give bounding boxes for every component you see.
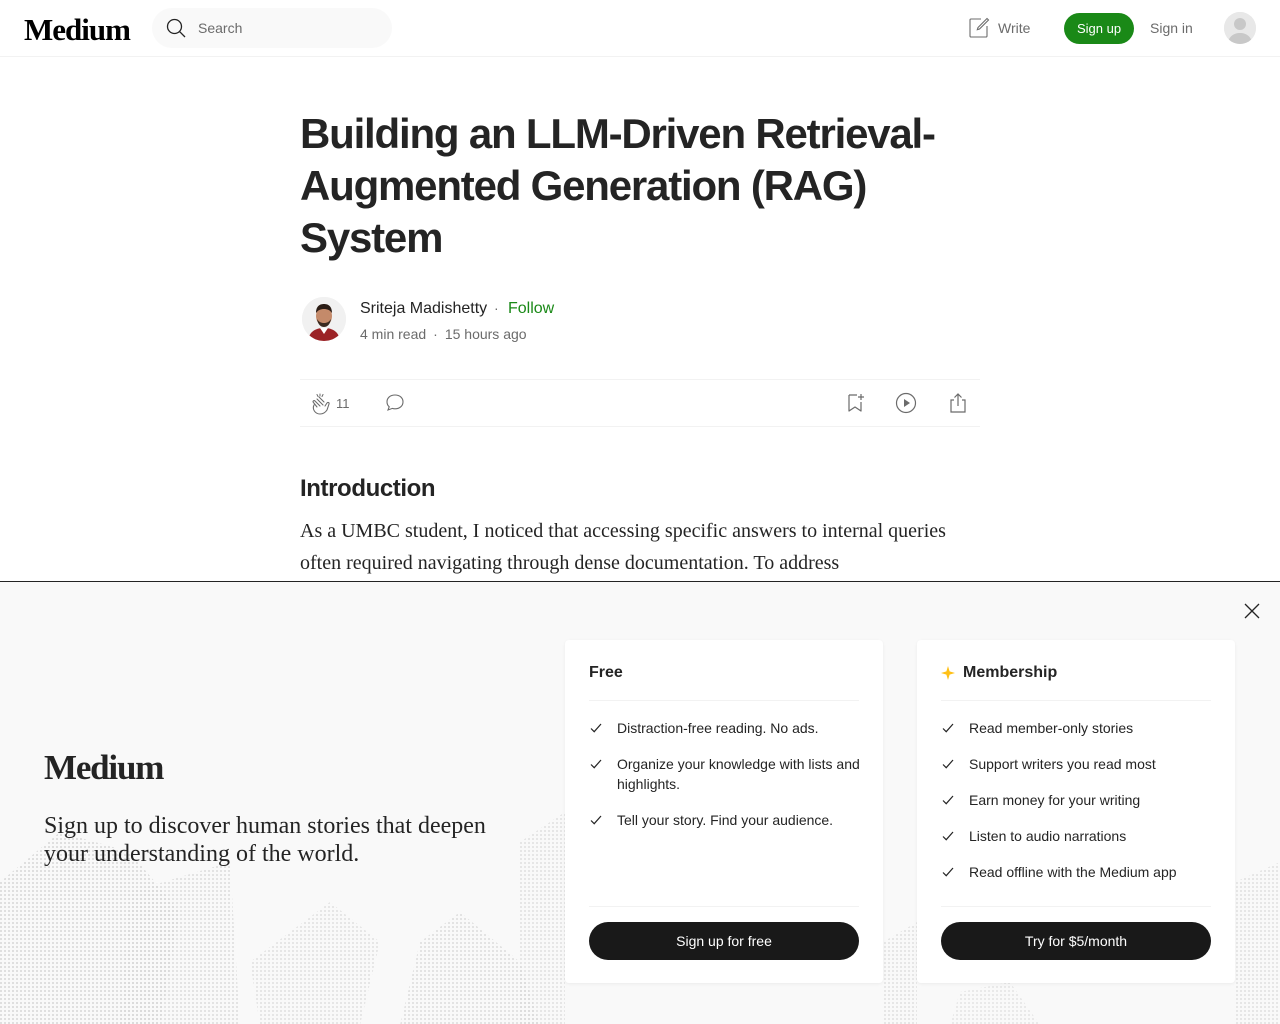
top-navbar: Medium Write Sign up Sign in (0, 0, 1280, 57)
card-divider (589, 906, 859, 907)
follow-button[interactable]: Follow (508, 300, 554, 318)
feature-text: Organize your knowledge with lists and h… (617, 756, 860, 792)
clap-icon (312, 393, 330, 415)
free-feature-list: Distraction-free reading. No ads. Organi… (589, 718, 861, 846)
free-plan-card: Free Distraction-free reading. No ads. O… (565, 640, 883, 983)
membership-plan-title: Membership (963, 664, 1058, 681)
check-icon (590, 759, 602, 769)
card-divider (589, 700, 859, 701)
list-item: Read member-only stories (941, 718, 1213, 738)
listen-button[interactable] (895, 392, 917, 419)
play-circle-icon (895, 392, 917, 414)
comment-icon (386, 394, 404, 411)
user-silhouette-icon (1224, 12, 1256, 44)
feature-text: Distraction-free reading. No ads. (617, 720, 819, 736)
membership-plan-card: Membership Read member-only stories Supp… (917, 640, 1235, 983)
share-icon (950, 393, 966, 413)
article-action-bar: 11 (300, 379, 980, 427)
read-time: 4 min read (360, 326, 427, 342)
section-heading: Introduction (300, 475, 436, 502)
close-icon (1244, 603, 1260, 619)
feature-text: Read offline with the Medium app (969, 864, 1177, 880)
list-item: Support writers you read most (941, 754, 1213, 774)
membership-plan-heading: Membership (941, 664, 1057, 682)
list-item: Listen to audio narrations (941, 826, 1213, 846)
author-name[interactable]: Sriteja Madishetty (360, 300, 487, 318)
overlay-medium-logo: Medium (44, 748, 164, 787)
share-button[interactable] (947, 392, 969, 419)
clap-button[interactable] (308, 392, 332, 421)
author-photo-icon (302, 297, 346, 341)
card-divider (941, 906, 1211, 907)
search-icon (166, 18, 186, 38)
clap-count: 11 (336, 396, 350, 411)
article-title: Building an LLM-Driven Retrieval-Augment… (300, 110, 936, 261)
article-paragraph: As a UMBC student, I noticed that access… (300, 520, 946, 574)
membership-feature-list: Read member-only stories Support writers… (941, 718, 1213, 898)
list-item: Tell your story. Find your audience. (589, 810, 861, 830)
check-icon (942, 723, 954, 733)
check-icon (942, 831, 954, 841)
user-avatar[interactable] (1224, 12, 1256, 44)
feature-text: Support writers you read most (969, 756, 1156, 772)
search-box[interactable] (152, 8, 392, 48)
feature-text: Tell your story. Find your audience. (617, 812, 834, 828)
medium-logo[interactable]: Medium (24, 12, 131, 48)
write-label: Write (998, 20, 1031, 36)
response-button[interactable] (384, 392, 406, 419)
try-membership-button[interactable]: Try for $5/month (941, 922, 1211, 960)
list-item: Earn money for your writing (941, 790, 1213, 810)
write-button[interactable]: Write (968, 17, 1030, 39)
check-icon (942, 867, 954, 877)
bookmark-button[interactable] (844, 392, 866, 419)
check-icon (942, 795, 954, 805)
list-item: Distraction-free reading. No ads. (589, 718, 861, 738)
feature-text: Listen to audio narrations (969, 828, 1127, 844)
list-item: Read offline with the Medium app (941, 862, 1213, 882)
check-icon (590, 815, 602, 825)
feature-text: Earn money for your writing (969, 792, 1141, 808)
article-meta: 4 min read · 15 hours ago (360, 326, 527, 342)
card-divider (941, 700, 1211, 701)
free-plan-title: Free (589, 664, 623, 681)
signup-overlay: Medium Sign up to discover human stories… (0, 581, 1280, 1024)
feature-text: Read member-only stories (969, 720, 1134, 736)
signup-button[interactable]: Sign up (1064, 13, 1134, 44)
write-icon (969, 17, 990, 38)
published-time: 15 hours ago (444, 326, 527, 342)
star-sparkle-icon (941, 666, 955, 680)
signin-link[interactable]: Sign in (1150, 20, 1193, 36)
meta-separator: · (433, 326, 438, 342)
signup-free-button[interactable]: Sign up for free (589, 922, 859, 960)
check-icon (942, 759, 954, 769)
search-input[interactable] (198, 8, 378, 48)
check-icon (590, 723, 602, 733)
overlay-tagline: Sign up to discover human stories that d… (44, 813, 486, 867)
list-item: Organize your knowledge with lists and h… (589, 754, 861, 794)
close-overlay-button[interactable] (1242, 601, 1262, 626)
follow-separator: · (494, 300, 499, 316)
bookmark-add-icon (848, 394, 864, 412)
author-avatar[interactable] (302, 297, 346, 341)
